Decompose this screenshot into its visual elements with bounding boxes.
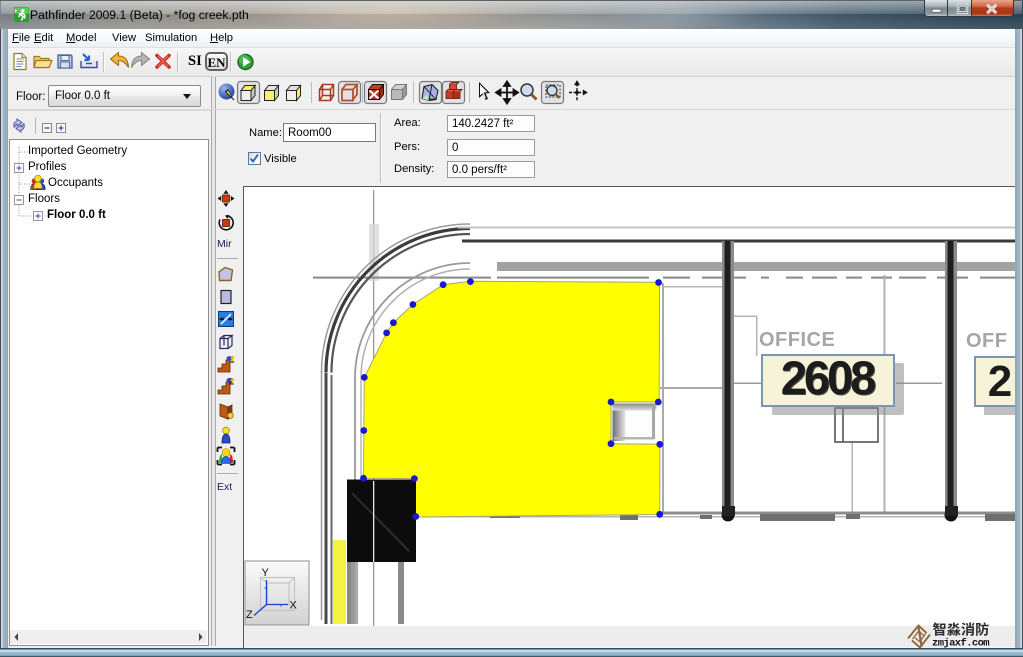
svg-text:zmjaxf.com: zmjaxf.com: [932, 638, 989, 649]
svg-text:2: 2: [988, 357, 1012, 406]
svg-text:OFF: OFF: [966, 330, 1008, 352]
svg-text:Y: Y: [262, 567, 270, 579]
svg-text:OFFICE: OFFICE: [759, 329, 835, 351]
svg-text:X: X: [290, 600, 298, 612]
svg-text:2608: 2608: [781, 351, 875, 404]
svg-text:2: 2: [229, 377, 234, 387]
svg-text:Z: Z: [246, 609, 253, 621]
